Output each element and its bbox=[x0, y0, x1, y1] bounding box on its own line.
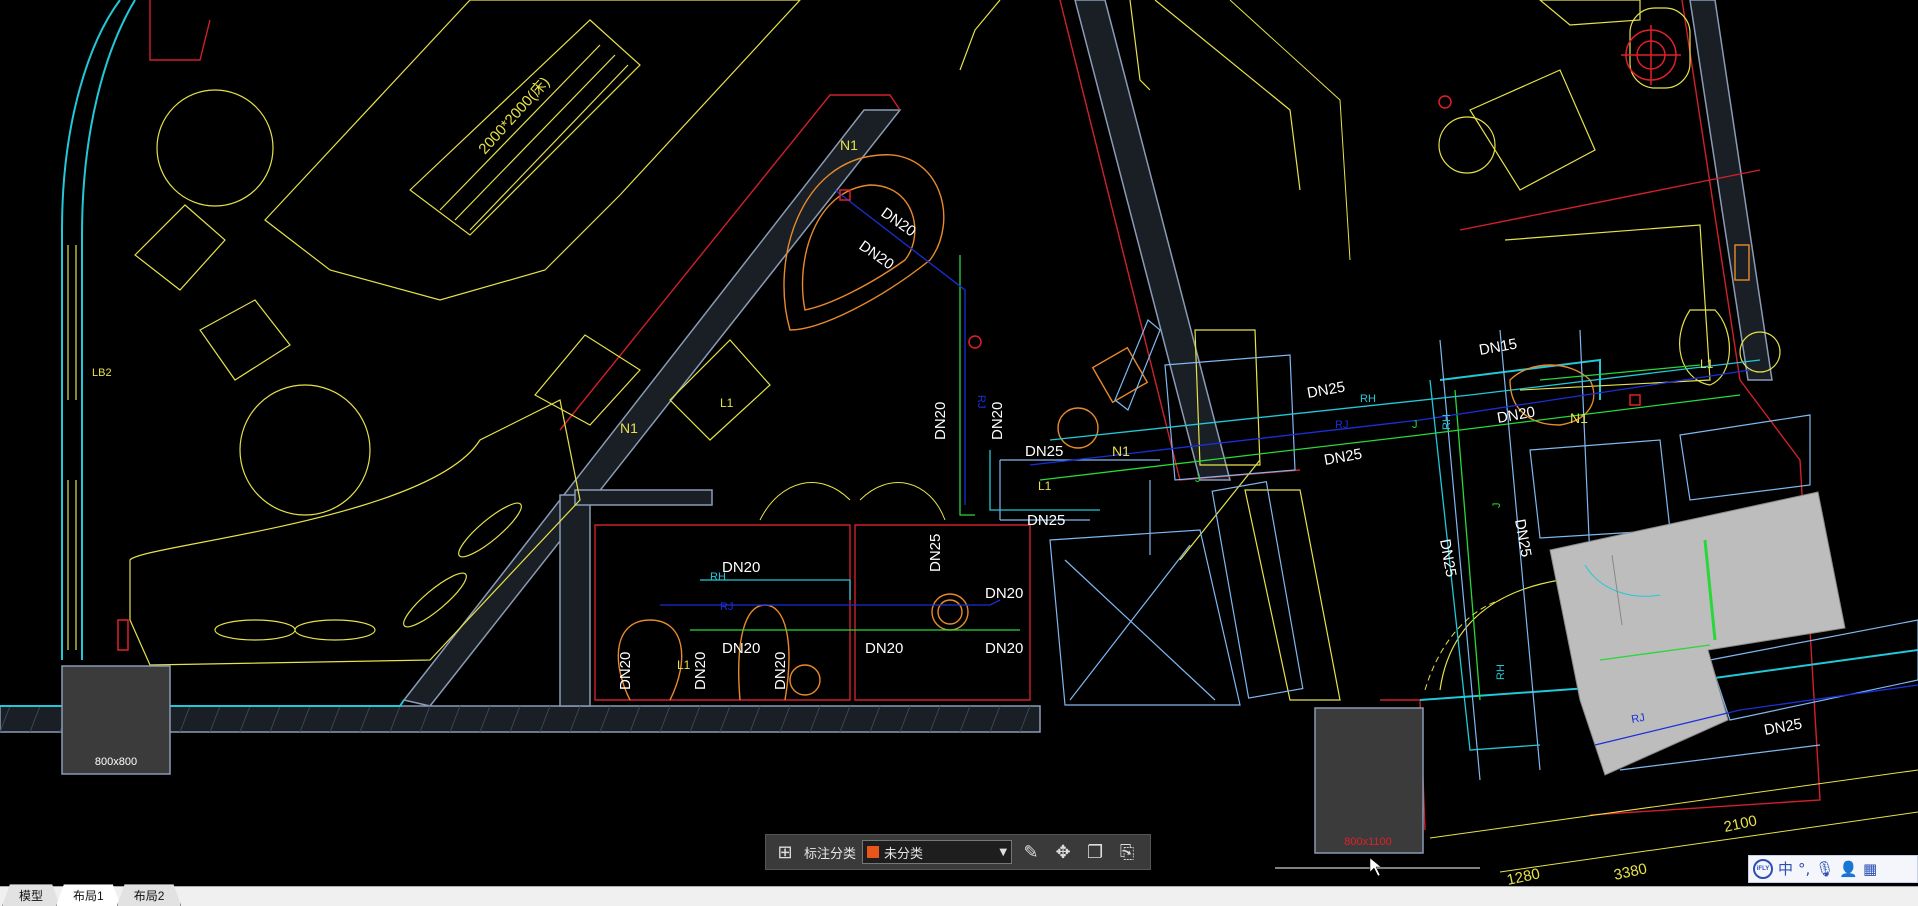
dim-label: DN20 bbox=[932, 402, 949, 440]
node-label: L1 bbox=[1700, 357, 1714, 371]
pipe-type-label: RJ bbox=[720, 601, 733, 613]
node-label: N1 bbox=[840, 137, 858, 153]
node-label: L1 bbox=[677, 658, 691, 672]
user-icon[interactable]: 👤 bbox=[1839, 861, 1858, 877]
ime-mode-toggle[interactable]: 中 bbox=[1778, 861, 1793, 877]
pipe-type-label: RH bbox=[1495, 664, 1507, 680]
annotation-toolbar: ⊞ 标注分类 未分类 ▼ ✎ ✥ ❐ ⎘ bbox=[765, 834, 1151, 870]
cad-drawing-canvas[interactable]: 800x800 800x1100 DN20 DN20 DN20 DN20 DN2… bbox=[0, 0, 1918, 886]
dim-label: DN25 bbox=[1025, 443, 1063, 460]
shaft-size-label-1: 800x800 bbox=[95, 756, 137, 768]
node-label: N1 bbox=[620, 420, 638, 436]
pipe-type-label: J bbox=[1412, 419, 1418, 431]
annotation-category-label: 标注分类 bbox=[804, 845, 857, 861]
layout-tab-bar: 模型 布局1 布局2 bbox=[0, 886, 1918, 906]
dim-label: DN20 bbox=[985, 640, 1023, 657]
category-select-value: 未分类 bbox=[884, 845, 924, 861]
category-select[interactable]: 未分类 ▼ bbox=[862, 840, 1013, 864]
node-label: L1 bbox=[1038, 479, 1052, 493]
dim-label: DN20 bbox=[989, 402, 1006, 440]
pipe-type-label: J bbox=[1195, 473, 1201, 485]
dim-label: DN20 bbox=[617, 652, 634, 690]
apps-grid-icon[interactable]: ▦ bbox=[1863, 861, 1877, 877]
node-label: N1 bbox=[1570, 410, 1588, 426]
move-icon[interactable]: ✥ bbox=[1050, 839, 1076, 865]
tab-layout-1[interactable]: 布局1 bbox=[56, 884, 121, 906]
dim-label: DN25 bbox=[927, 534, 944, 572]
chevron-down-icon: ▼ bbox=[999, 846, 1008, 858]
pipe-type-label: J bbox=[1491, 503, 1503, 509]
category-color-swatch bbox=[867, 846, 880, 858]
ime-toolbar: iFLY 中 °, 🎙 👤 ▦ bbox=[1748, 855, 1918, 883]
paste-icon[interactable]: ⎘ bbox=[1114, 839, 1140, 865]
microphone-icon[interactable]: 🎙 bbox=[1815, 861, 1834, 877]
dim-label: DN20 bbox=[865, 640, 903, 657]
dim-label: DN20 bbox=[692, 652, 709, 690]
edit-icon[interactable]: ✎ bbox=[1018, 839, 1044, 865]
shaft-size-label-2: 800x1100 bbox=[1344, 836, 1392, 848]
grid-icon[interactable]: ⊞ bbox=[772, 839, 798, 865]
pipe-type-label: RH bbox=[710, 571, 726, 583]
dim-label: DN20 bbox=[722, 640, 760, 657]
ime-punctuation-toggle[interactable]: °, bbox=[1798, 861, 1810, 877]
pipe-type-label: RH bbox=[1441, 414, 1453, 430]
node-label: N1 bbox=[1112, 443, 1130, 459]
tab-layout-2[interactable]: 布局2 bbox=[117, 884, 182, 906]
pipe-type-label: RH bbox=[1360, 393, 1376, 405]
dim-label: DN20 bbox=[772, 652, 789, 690]
pipe-type-label: RJ bbox=[1630, 712, 1645, 726]
copy-icon[interactable]: ❐ bbox=[1082, 839, 1108, 865]
dim-label: DN20 bbox=[722, 559, 760, 576]
tab-model[interactable]: 模型 bbox=[2, 884, 60, 906]
dim-label: DN20 bbox=[985, 585, 1023, 602]
node-label: LB2 bbox=[92, 367, 112, 379]
ime-logo-icon[interactable]: iFLY bbox=[1753, 859, 1773, 879]
pipe-type-label: RJ bbox=[975, 395, 987, 408]
node-label: L1 bbox=[720, 396, 734, 410]
pipe-type-label: RJ bbox=[1335, 419, 1348, 431]
dim-label: DN25 bbox=[1027, 512, 1065, 529]
